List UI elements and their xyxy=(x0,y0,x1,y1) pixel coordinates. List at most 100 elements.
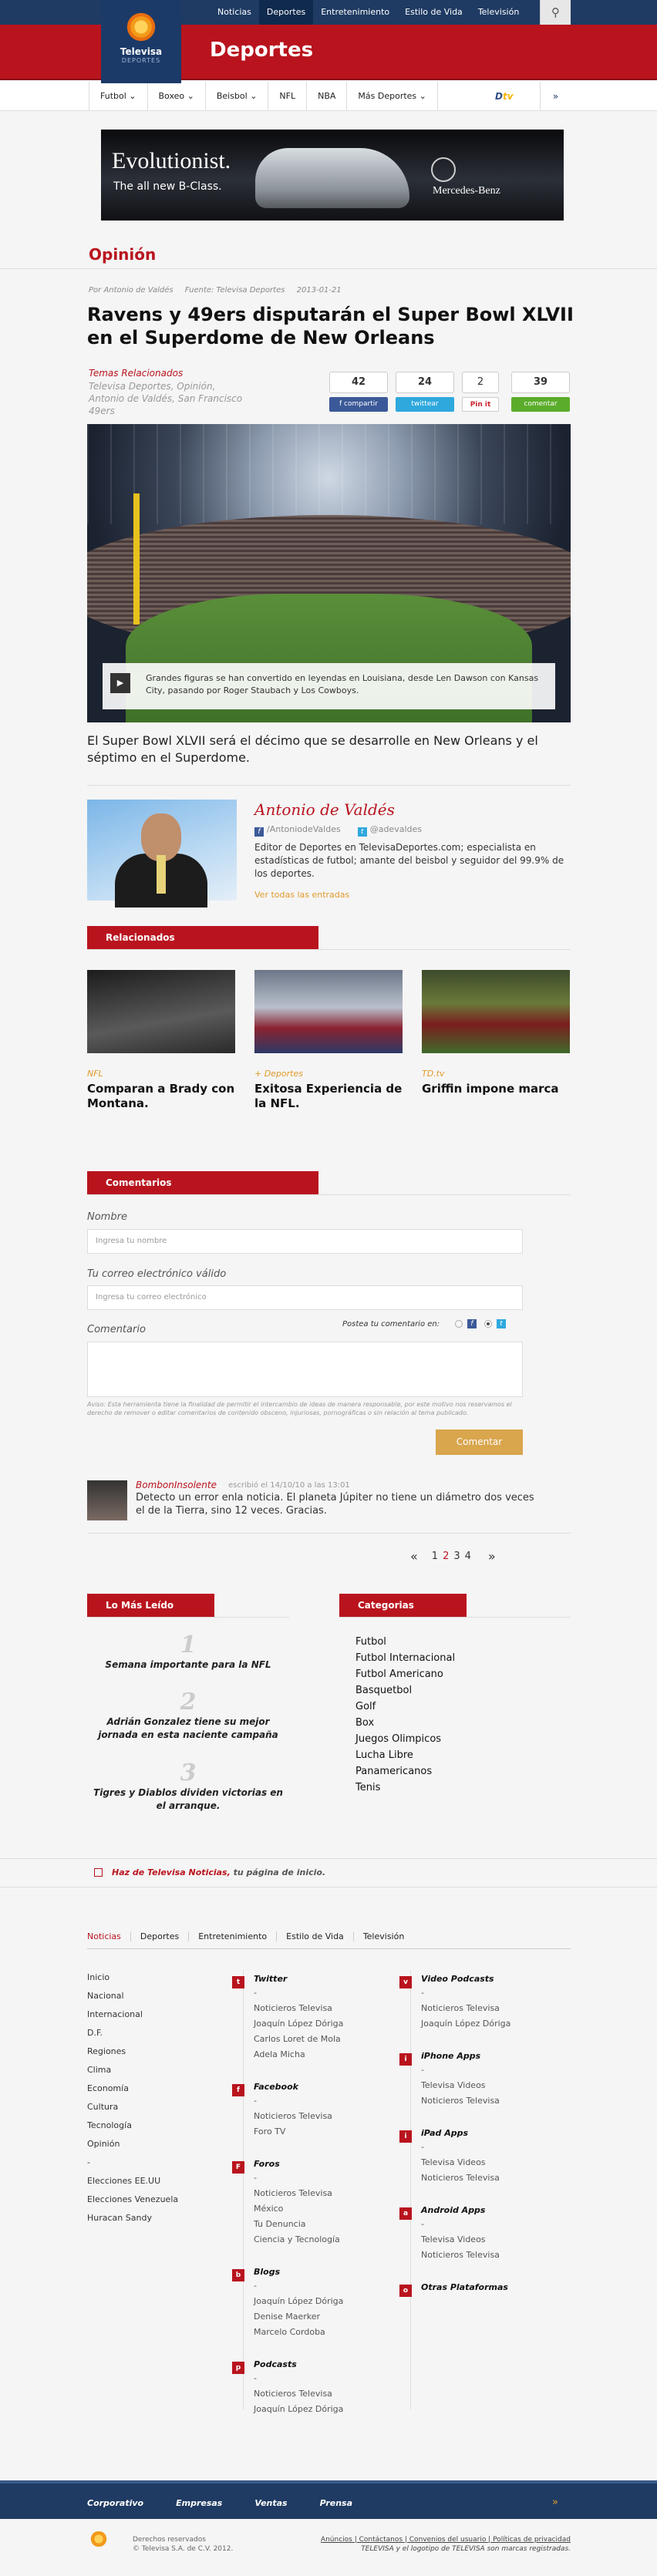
comment-textarea[interactable] xyxy=(87,1342,523,1397)
related-card[interactable]: + Deportes Exitosa Experiencia de la NFL… xyxy=(254,970,403,1111)
footer-link[interactable]: Opinión xyxy=(87,2139,178,2157)
pager-next[interactable]: » xyxy=(488,1549,496,1564)
footer-link[interactable]: Tu Denuncia xyxy=(254,2219,340,2234)
name-input[interactable]: Ingresa tu nombre xyxy=(87,1229,523,1254)
footer-link[interactable]: Joaquín López Dóriga xyxy=(421,2019,510,2034)
footer-group-title[interactable]: o Otras Plataformas xyxy=(399,2282,508,2297)
most-read-title-text[interactable]: Semana importante para la NFL xyxy=(87,1658,289,1672)
most-read-item[interactable]: 1 Semana importante para la NFL xyxy=(87,1631,289,1672)
author-all-posts-link[interactable]: Ver todas las entradas xyxy=(254,890,349,900)
category-link[interactable]: Lucha Libre xyxy=(355,1749,455,1766)
footer-link[interactable]: Nacional xyxy=(87,1991,178,2009)
footer-link[interactable]: Noticieros Televisa xyxy=(254,2188,340,2204)
play-icon[interactable]: ▶ xyxy=(110,673,130,693)
share-twitter[interactable]: 24 twittear xyxy=(396,372,454,415)
footer-prensa-link[interactable]: Prensa xyxy=(320,2498,352,2508)
footer-link[interactable]: Noticieros Televisa xyxy=(421,2003,510,2019)
footer-link[interactable]: Huracan Sandy xyxy=(87,2213,178,2231)
category-link[interactable]: Futbol Internacional xyxy=(355,1652,455,1669)
subnav-nfl[interactable]: NFL xyxy=(268,82,308,111)
footer-link[interactable]: Inicio xyxy=(87,1972,178,1991)
footer-group-title[interactable]: f Facebook xyxy=(232,2082,332,2096)
submit-comment-button[interactable]: Comentar xyxy=(436,1429,523,1455)
category-link[interactable]: Futbol Americano xyxy=(355,1669,455,1685)
footer-link[interactable]: Joaquín López Dóriga xyxy=(254,2019,343,2034)
footer-link[interactable]: Noticieros Televisa xyxy=(421,2096,500,2111)
footer-group-title[interactable]: t Twitter xyxy=(232,1974,343,1988)
subnav-futbol[interactable]: Futbol ⌄ xyxy=(89,82,148,111)
footer-link[interactable]: Elecciones Venezuela xyxy=(87,2194,178,2213)
pager-page[interactable]: 1 xyxy=(432,1551,438,1562)
share-pinterest[interactable]: 2 Pin it xyxy=(462,372,499,415)
make-homepage-link[interactable]: Haz de Televisa Noticias, tu página de i… xyxy=(112,1867,325,1877)
footer-link[interactable]: Televisa Videos xyxy=(421,2080,500,2096)
footer-link[interactable]: Ciencia y Tecnología xyxy=(254,2234,340,2250)
subnav-beisbol[interactable]: Beisbol ⌄ xyxy=(206,82,269,111)
footer-link[interactable]: Internacional xyxy=(87,2009,178,2028)
footer-link[interactable]: Adela Micha xyxy=(254,2049,343,2065)
topnav-television[interactable]: Televisión xyxy=(470,0,527,25)
footer-link[interactable]: Joaquín López Dóriga xyxy=(254,2404,343,2419)
footer-link[interactable]: Elecciones EE.UU xyxy=(87,2176,178,2194)
author-twitter-link[interactable]: t @adevaldes xyxy=(357,824,422,837)
footer-link[interactable]: Carlos Loret de Mola xyxy=(254,2034,343,2049)
dtv-logo[interactable]: Dtv xyxy=(495,91,514,102)
topnav-entretenimiento[interactable]: Entretenimiento xyxy=(313,0,397,25)
pager-page[interactable]: 4 xyxy=(465,1551,471,1562)
facebook-share-button[interactable]: f compartir xyxy=(329,397,388,412)
footer-tab-television[interactable]: Televisión xyxy=(354,1931,414,1941)
most-read-item[interactable]: 2 Adrián Gonzalez tiene su mejor jornada… xyxy=(87,1689,289,1742)
footer-link[interactable]: Noticieros Televisa xyxy=(421,2173,500,2188)
chevron-double-down-icon[interactable]: » xyxy=(552,2497,558,2508)
related-topics-list[interactable]: Televisa Deportes, Opinión, Antonio de V… xyxy=(89,380,243,417)
most-read-item[interactable]: 3 Tigres y Diablos dividen victorias en … xyxy=(87,1759,289,1813)
footer-link[interactable]: Televisa Videos xyxy=(421,2234,500,2250)
footer-link[interactable]: Noticieros Televisa xyxy=(254,2111,332,2126)
article-hero-image[interactable]: Grandes figuras se han convertido en ley… xyxy=(87,424,571,722)
pager-prev[interactable]: « xyxy=(410,1549,418,1564)
footer-corporativo-link[interactable]: Corporativo xyxy=(87,2498,143,2508)
search-icon[interactable]: ⚲ xyxy=(540,0,571,25)
tweet-button[interactable]: twittear xyxy=(396,397,454,412)
share-facebook[interactable]: 42 f compartir xyxy=(329,372,388,415)
footer-empresas-link[interactable]: Empresas xyxy=(176,2498,222,2508)
footer-link[interactable]: Noticieros Televisa xyxy=(254,2003,343,2019)
author-name[interactable]: Antonio de Valdés xyxy=(254,800,395,819)
subnav-nba[interactable]: NBA xyxy=(307,82,348,111)
category-link[interactable]: Golf xyxy=(355,1701,455,1717)
footer-group-title[interactable]: i iPhone Apps xyxy=(399,2051,500,2066)
category-link[interactable]: Juegos Olimpicos xyxy=(355,1733,455,1749)
footer-link[interactable]: Tecnología xyxy=(87,2120,178,2139)
footer-link[interactable]: Clima xyxy=(87,2065,178,2083)
most-read-title-text[interactable]: Tigres y Diablos dividen victorias en el… xyxy=(87,1786,289,1813)
share-comment[interactable]: 39 comentar xyxy=(511,372,570,415)
most-read-title-text[interactable]: Adrián Gonzalez tiene su mejor jornada e… xyxy=(87,1716,289,1742)
related-card-title[interactable]: Comparan a Brady con Montana. xyxy=(87,1082,235,1111)
footer-link[interactable]: Cultura xyxy=(87,2102,178,2120)
subnav-boxeo[interactable]: Boxeo ⌄ xyxy=(148,82,206,111)
chevron-double-down-icon[interactable]: » xyxy=(540,82,571,111)
televisa-logo[interactable]: Televisa DEPORTES xyxy=(101,0,181,83)
footer-tab-noticias[interactable]: Noticias xyxy=(87,1931,131,1941)
footer-group-title[interactable]: p Podcasts xyxy=(232,2359,343,2374)
twitter-icon[interactable]: t xyxy=(497,1319,506,1328)
footer-link[interactable]: Marcelo Cordoba xyxy=(254,2327,343,2342)
footer-group-title[interactable]: v Video Podcasts xyxy=(399,1974,510,1988)
radio-twitter[interactable] xyxy=(484,1320,492,1328)
footer-group-title[interactable]: b Blogs xyxy=(232,2267,343,2281)
footer-tab-deportes[interactable]: Deportes xyxy=(131,1931,190,1941)
radio-facebook[interactable] xyxy=(455,1320,463,1328)
email-input[interactable]: Ingresa tu correo electrónico xyxy=(87,1285,523,1310)
footer-tab-estilo-de-vida[interactable]: Estilo de Vida xyxy=(277,1931,354,1941)
topnav-deportes[interactable]: Deportes xyxy=(258,0,314,25)
topnav-noticias[interactable]: Noticias xyxy=(210,0,259,25)
footer-link[interactable]: Televisa Videos xyxy=(421,2157,500,2173)
footer-link[interactable]: Noticieros Televisa xyxy=(254,2389,343,2404)
footer-link[interactable]: Economía xyxy=(87,2083,178,2102)
category-link[interactable]: Basquetbol xyxy=(355,1685,455,1701)
footer-link[interactable]: Regiones xyxy=(87,2046,178,2065)
advertisement-banner[interactable]: Evolutionist. The all new B-Class. Merce… xyxy=(101,130,564,221)
footer-group-title[interactable]: a Android Apps xyxy=(399,2205,500,2220)
footer-group-title[interactable]: F Foros xyxy=(232,2159,340,2174)
category-link[interactable]: Box xyxy=(355,1717,455,1733)
